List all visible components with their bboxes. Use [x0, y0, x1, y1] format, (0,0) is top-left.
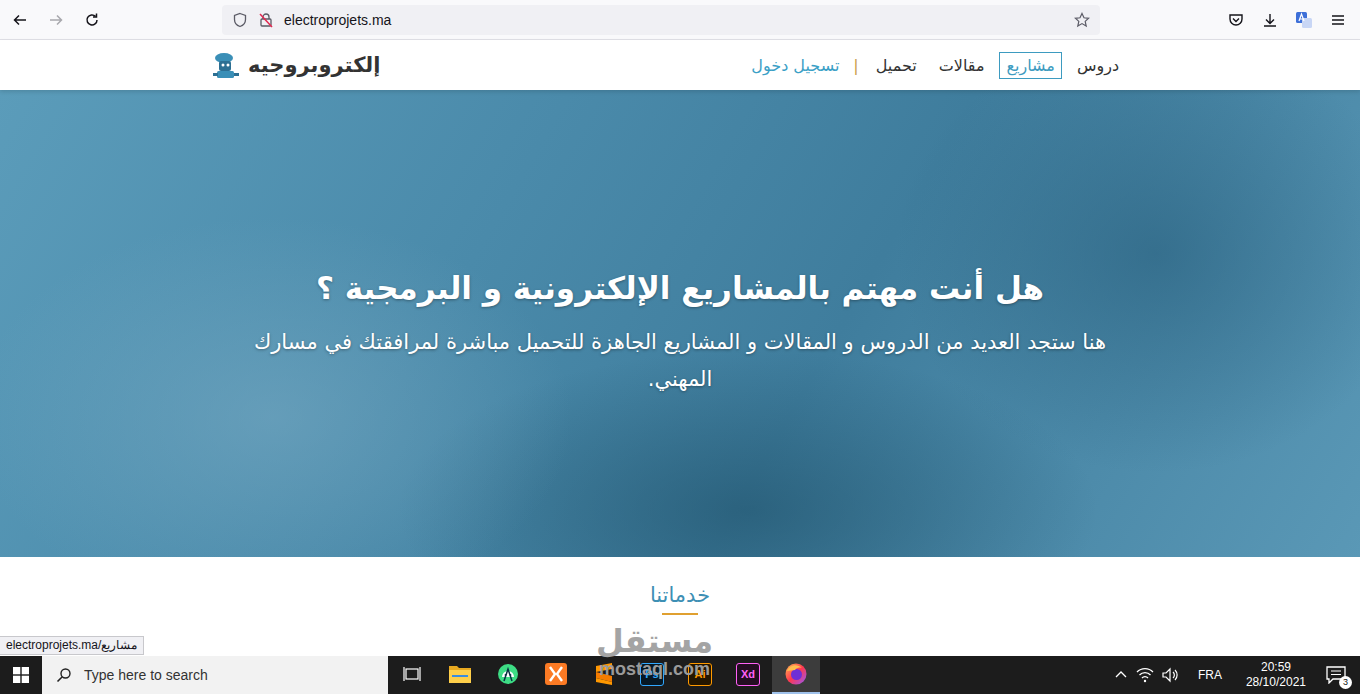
taskbar-app[interactable] [484, 656, 532, 694]
site-navbar: إلكتروبروجيه دروس مشاريع مقالات تحميل | تسج… [0, 40, 1360, 90]
windows-logo-icon [13, 667, 29, 683]
taskbar-app[interactable]: Ai [676, 656, 724, 694]
nav-link[interactable]: مقالات [932, 52, 992, 79]
browser-toolbar: electroprojets.ma [0, 0, 1360, 40]
menu-button[interactable] [1322, 4, 1354, 36]
input-language[interactable]: FRA [1188, 668, 1232, 682]
watermark-latin: mostaql.com [599, 658, 710, 680]
android-studio-icon [496, 662, 520, 686]
link-status-tooltip: electroprojets.ma/مشاريع [0, 636, 144, 655]
adobe-app-icon: Ps [640, 663, 664, 686]
hero-subtitle: هنا ستجد العديد من الدروس و المقالات و ا… [220, 324, 1140, 398]
toolbar-tools [1100, 4, 1360, 36]
taskbar-app[interactable] [532, 656, 580, 694]
download-icon [1262, 12, 1278, 28]
nav-link[interactable]: تحميل [869, 52, 924, 79]
taskbar-app[interactable]: Ps [628, 656, 676, 694]
translate-icon [1295, 11, 1313, 29]
watermark-arabic: مستقل [596, 624, 713, 658]
pocket-icon [1228, 12, 1244, 28]
nav-separator: | [851, 56, 860, 75]
hero-banner: هل أنت مهتم بالمشاريع الإلكترونية و البر… [0, 90, 1360, 557]
taskbar-app[interactable] [436, 656, 484, 694]
translate-button[interactable] [1288, 4, 1320, 36]
file-explorer-icon [448, 663, 472, 685]
pocket-button[interactable] [1220, 4, 1252, 36]
services-title: خدماتنا [650, 583, 710, 607]
insecure-lock-icon [258, 12, 274, 28]
hamburger-menu-icon [1330, 12, 1346, 28]
reload-icon [84, 12, 100, 28]
reload-button[interactable] [76, 4, 108, 36]
task-view-button[interactable] [388, 656, 436, 694]
network-icon[interactable] [1136, 667, 1154, 683]
start-button[interactable] [0, 656, 42, 694]
title-underline [662, 613, 698, 615]
firefox-icon [784, 662, 808, 686]
taskbar-app[interactable]: Xd [724, 656, 772, 694]
services-section: خدماتنا [0, 557, 1360, 656]
volume-icon[interactable] [1162, 667, 1180, 683]
bookmark-star-icon[interactable] [1074, 12, 1090, 28]
nav-link[interactable]: دروس [1070, 52, 1126, 79]
clock-time: 20:59 [1261, 660, 1291, 675]
robot-logo-icon [210, 49, 242, 81]
forward-button[interactable] [40, 4, 72, 36]
logo-text: إلكتروبروجيه [248, 53, 380, 77]
sublime-text-icon [592, 662, 616, 686]
hero-title: هل أنت مهتم بالمشاريع الإلكترونية و البر… [316, 270, 1044, 306]
task-view-icon [403, 666, 421, 682]
navigation-buttons [0, 4, 222, 36]
clock-date: 28/10/2021 [1246, 675, 1306, 690]
shield-icon [232, 12, 248, 28]
url-text: electroprojets.ma [284, 12, 391, 28]
show-hidden-icons-chevron-icon[interactable] [1114, 668, 1128, 682]
taskbar: Type here to search Ps Ai Xd FRA 20:59 28/… [0, 656, 1360, 694]
adobe-app-icon: Ai [688, 663, 712, 686]
watermark: مستقل mostaql.com [596, 624, 713, 680]
notification-count: 3 [1339, 676, 1352, 689]
back-arrow-icon [12, 12, 28, 28]
search-placeholder: Type here to search [84, 667, 208, 683]
site-logo[interactable]: إلكتروبروجيه [210, 49, 380, 81]
search-icon [56, 667, 72, 683]
adobe-app-icon: Xd [736, 663, 760, 686]
xampp-icon [544, 662, 568, 686]
notification-center[interactable]: 3 [1320, 660, 1352, 690]
login-link[interactable]: تسجيل دخول [747, 53, 843, 78]
nav-links: دروس مشاريع مقالات تحميل | تسجيل دخول [747, 52, 1126, 79]
clock[interactable]: 20:59 28/10/2021 [1240, 660, 1312, 690]
downloads-button[interactable] [1254, 4, 1286, 36]
taskbar-app[interactable] [772, 656, 820, 694]
back-button[interactable] [4, 4, 36, 36]
address-bar[interactable]: electroprojets.ma [222, 5, 1100, 35]
screen: electroprojets.ma إلكتروبروجيه دروس مشاري… [0, 0, 1360, 694]
forward-arrow-icon [48, 12, 64, 28]
nav-link[interactable]: مشاريع [999, 52, 1061, 79]
taskbar-app[interactable] [580, 656, 628, 694]
taskbar-search[interactable]: Type here to search [42, 656, 388, 694]
system-tray: FRA 20:59 28/10/2021 3 [1114, 660, 1360, 690]
